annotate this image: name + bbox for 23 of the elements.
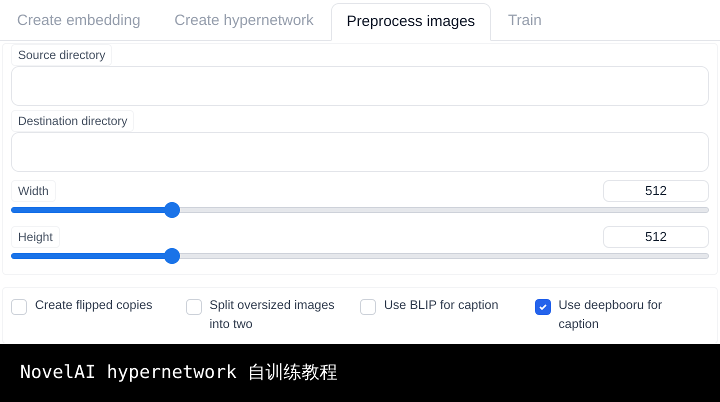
input-field[interactable]	[11, 132, 709, 172]
slider-thumb[interactable]	[164, 248, 180, 264]
checkbox[interactable]	[186, 298, 202, 315]
checkmark-icon	[538, 302, 548, 312]
tab[interactable]: Preprocess images	[330, 2, 492, 41]
checkbox[interactable]	[360, 298, 376, 315]
checkbox-label: Use BLIP for caption	[384, 296, 498, 314]
slider-label: Width	[11, 180, 56, 202]
field-label: Destination directory	[11, 110, 134, 132]
number-field[interactable]: 512	[603, 226, 709, 248]
slider[interactable]	[11, 248, 709, 264]
input-field[interactable]	[11, 66, 709, 106]
slider[interactable]	[11, 202, 709, 218]
checkbox-label: Split oversized images into two	[210, 296, 336, 333]
checkbox[interactable]	[534, 298, 550, 315]
slider-thumb[interactable]	[164, 202, 180, 218]
video-caption: NovelAI hypernetwork 自训练教程	[20, 361, 338, 386]
number-field[interactable]: 512	[603, 180, 709, 202]
slider-label: Height	[11, 226, 60, 248]
checkbox[interactable]	[11, 298, 27, 315]
checkbox-label: Create flipped copies	[35, 296, 152, 314]
checkbox-label: Use deepbooru for caption	[558, 296, 664, 333]
field-label: Source directory	[11, 44, 112, 66]
